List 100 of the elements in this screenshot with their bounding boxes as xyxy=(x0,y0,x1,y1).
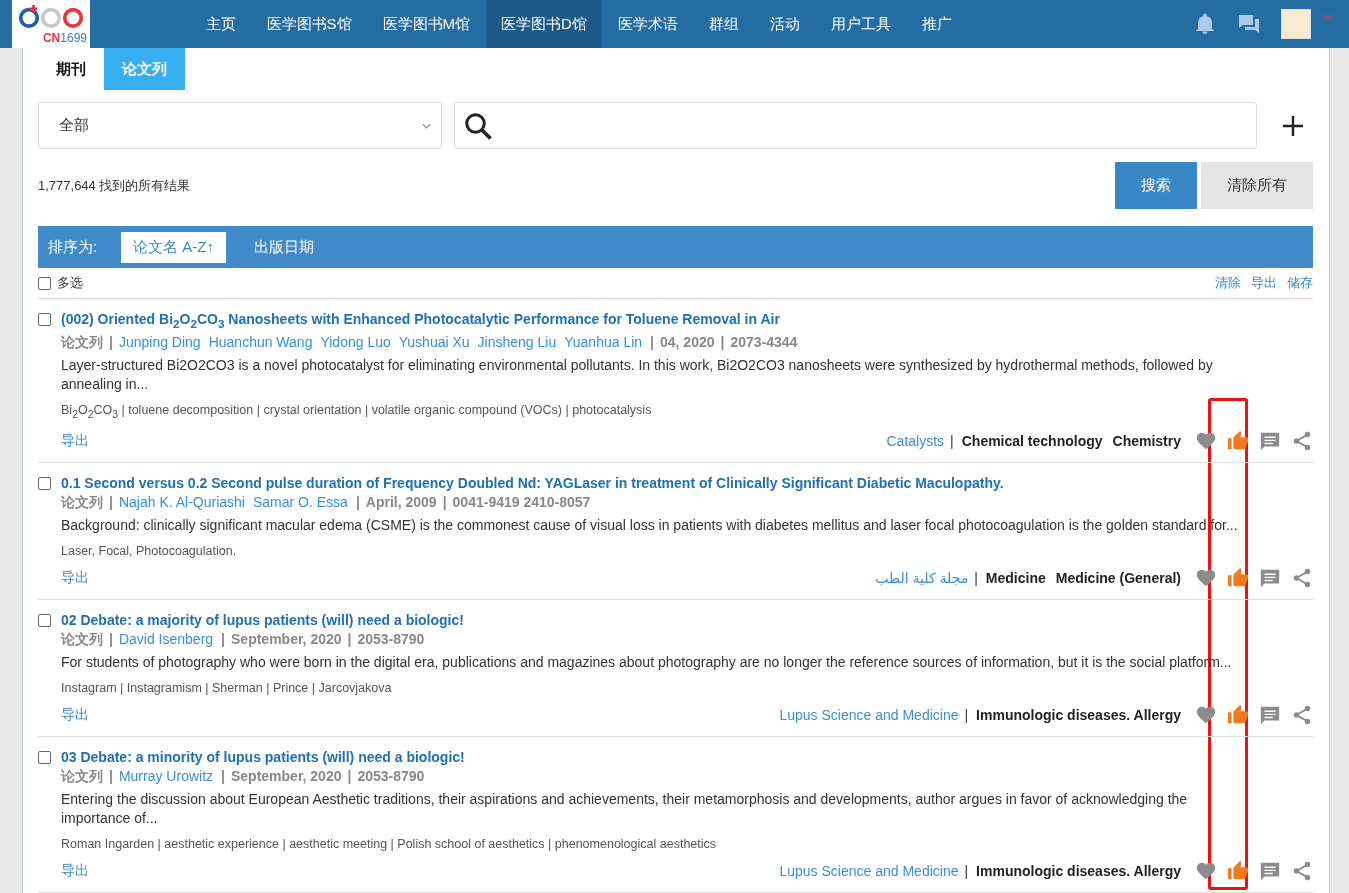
author-link[interactable]: Jinsheng Liu xyxy=(477,331,557,352)
separator: | xyxy=(347,767,352,787)
author-link[interactable]: Najah K. Al-Quriashi xyxy=(118,492,245,513)
author-link[interactable]: Samar O. Essa xyxy=(253,492,348,513)
separator: | xyxy=(650,332,654,352)
nav-item[interactable]: 医学图书M馆 xyxy=(367,0,486,48)
separator: | xyxy=(221,767,225,787)
logo-number: 1699 xyxy=(60,31,87,45)
nav-item[interactable]: 医学图书D馆 xyxy=(485,0,603,48)
subject-label: Immunologic diseases. Allergy xyxy=(976,707,1181,724)
subject-label: Chemical technology xyxy=(961,433,1103,450)
export-link[interactable]: 导出 xyxy=(61,862,89,881)
category-dropdown[interactable]: 全部 xyxy=(38,102,442,149)
article-keywords: Bi$_{2}$O$_{2}$CO$_{3}$ | toluene decomposition | crystal orientation | volatile organic compound (VOCs) | photocatalysis xyxy=(61,401,653,422)
checkbox[interactable] xyxy=(38,751,51,765)
publication-info: 04, 2020 xyxy=(660,332,715,352)
nav-item[interactable]: 推广 xyxy=(906,0,968,48)
nav-item[interactable]: 医学图书S馆 xyxy=(251,0,367,48)
publication-info: 0041-9419 2410-8057 xyxy=(452,493,591,513)
article-keywords: Laser, Focal, Photocoagulation. xyxy=(61,543,238,560)
list-action-link[interactable]: 清除 xyxy=(1215,274,1241,292)
subject-label: Chemistry xyxy=(1112,433,1181,450)
checkbox[interactable] xyxy=(38,614,51,628)
separator: | xyxy=(442,493,447,513)
journal-link[interactable]: مجلة كلية الطب xyxy=(875,570,969,587)
plus-icon[interactable] xyxy=(1281,113,1305,138)
separator: | xyxy=(964,863,969,880)
checkbox[interactable] xyxy=(38,276,51,290)
journal-link[interactable]: Catalysts xyxy=(886,433,945,450)
author-link[interactable]: David Isenberg xyxy=(118,629,214,650)
nav-item[interactable]: 医学术语 xyxy=(602,0,694,48)
subject-label: Immunologic diseases. Allergy xyxy=(976,863,1181,880)
checkbox[interactable] xyxy=(38,313,51,326)
search-field[interactable] xyxy=(454,102,1257,149)
article-type: 论文列 xyxy=(61,493,103,513)
clear-button[interactable]: 清除所有 xyxy=(1201,162,1313,209)
publication-info: April, 2009 xyxy=(365,493,437,513)
journal-link[interactable]: Lupus Science and Medicine xyxy=(779,863,959,880)
article-title-link[interactable]: (002) Oriented Bi$_{2}$O$_{2}$CO$_{3}$ Nanosheets with Enhanced Photocatalytic Performance for Toluene Removal in Air xyxy=(61,311,1313,332)
share-icon[interactable] xyxy=(1291,430,1313,453)
separator: | xyxy=(950,433,954,450)
sort-label: 排序为: xyxy=(48,237,98,257)
nav-item[interactable]: 活动 xyxy=(754,0,816,48)
nav-item[interactable]: 群组 xyxy=(693,0,755,48)
journal-link[interactable]: Lupus Science and Medicine xyxy=(779,707,959,724)
article-type: 论文列 xyxy=(61,332,103,352)
author-link[interactable]: Junping Ding xyxy=(118,331,201,352)
share-icon[interactable] xyxy=(1291,704,1313,727)
article-type: 论文列 xyxy=(61,630,103,650)
export-link[interactable]: 导出 xyxy=(61,432,89,451)
select-all-label: 多选 xyxy=(57,274,83,292)
subject-label: Medicine (General) xyxy=(1055,570,1181,587)
article-keywords: Roman Ingarden | aesthetic experience | aesthetic meeting | Polish school of aesthetics | phenomenological aesthetics xyxy=(61,836,718,853)
sort-option[interactable]: 出版日期 xyxy=(242,231,326,263)
separator: | xyxy=(109,767,113,787)
tab[interactable]: 论文列 xyxy=(104,48,185,90)
publication-info: September, 2020 xyxy=(231,630,342,650)
chevron-down-icon xyxy=(422,122,431,129)
author-link[interactable]: Murray Urowitz xyxy=(118,766,214,787)
search-icon xyxy=(463,110,493,141)
share-icon[interactable] xyxy=(1291,860,1313,883)
article-title-link[interactable]: 03 Debate: a minority of lupus patients (will) need a biologic! xyxy=(61,749,1313,767)
separator: | xyxy=(109,493,113,513)
article-title-link[interactable]: 0.1 Second versus 0.2 Second pulse duration of Frequency Doubled Nd: YAGLaser in treatment of Clinically Significant Diabetic Maculopathy. xyxy=(61,475,1313,493)
result-count: 1,777,644 找到的所有结果 xyxy=(38,176,191,195)
separator: | xyxy=(720,332,725,352)
subject-label: Medicine xyxy=(985,570,1046,587)
bell-icon[interactable] xyxy=(1193,12,1217,36)
separator: | xyxy=(109,630,113,650)
checkbox[interactable] xyxy=(38,477,51,491)
share-icon[interactable] xyxy=(1291,567,1313,590)
article-abstract: Entering the discussion about European Aesthetic traditions, their aspirations and achievements, their metamorphosis and developments, author argues in favor of acknowledging the importance of... xyxy=(61,790,1189,829)
author-link[interactable]: Yidong Luo xyxy=(320,331,391,352)
separator: | xyxy=(109,332,113,352)
export-link[interactable]: 导出 xyxy=(61,706,89,725)
article-keywords: Instagram | Instagramism | Sherman | Prince | Jarcovjakova xyxy=(61,680,393,697)
author-link[interactable]: Yushuai Xu xyxy=(398,331,470,352)
author-link[interactable]: Yuanhua Lin xyxy=(564,331,643,352)
article-abstract: Layer-structured Bi2O2CO3 is a novel photocatalyst for eliminating environmental pollutants. In this work, Bi2O2CO3 nanosheets were synthesized by hydrothermal methods, followed by annealing in... xyxy=(61,355,1214,394)
separator: | xyxy=(974,570,978,587)
publication-info: 2053-8790 xyxy=(357,630,425,650)
nav-item[interactable]: 用户工具 xyxy=(815,0,907,48)
list-action-link[interactable]: 储存 xyxy=(1287,274,1313,292)
sort-option[interactable]: 论文名 A-Z↑ xyxy=(121,231,226,263)
list-action-link[interactable]: 导出 xyxy=(1251,274,1277,292)
search-button[interactable]: 搜索 xyxy=(1115,162,1197,209)
article-title-link[interactable]: 02 Debate: a majority of lupus patients (will) need a biologic! xyxy=(61,612,1313,630)
export-link[interactable]: 导出 xyxy=(61,569,89,588)
rings-logo-icon xyxy=(18,3,84,31)
separator: | xyxy=(355,493,360,513)
publication-info: 2053-8790 xyxy=(357,767,425,787)
article-type: 论文列 xyxy=(61,767,103,787)
nav-item[interactable]: 主页 xyxy=(190,0,251,48)
author-link[interactable]: Huanchun Wang xyxy=(208,331,313,352)
site-logo[interactable]: CN1699 xyxy=(12,0,90,48)
separator: | xyxy=(964,707,969,724)
logo-text: CN xyxy=(42,31,61,45)
publication-info: 2073-4344 xyxy=(730,332,798,352)
chat-icon[interactable] xyxy=(1237,12,1261,36)
separator: | xyxy=(347,630,352,650)
